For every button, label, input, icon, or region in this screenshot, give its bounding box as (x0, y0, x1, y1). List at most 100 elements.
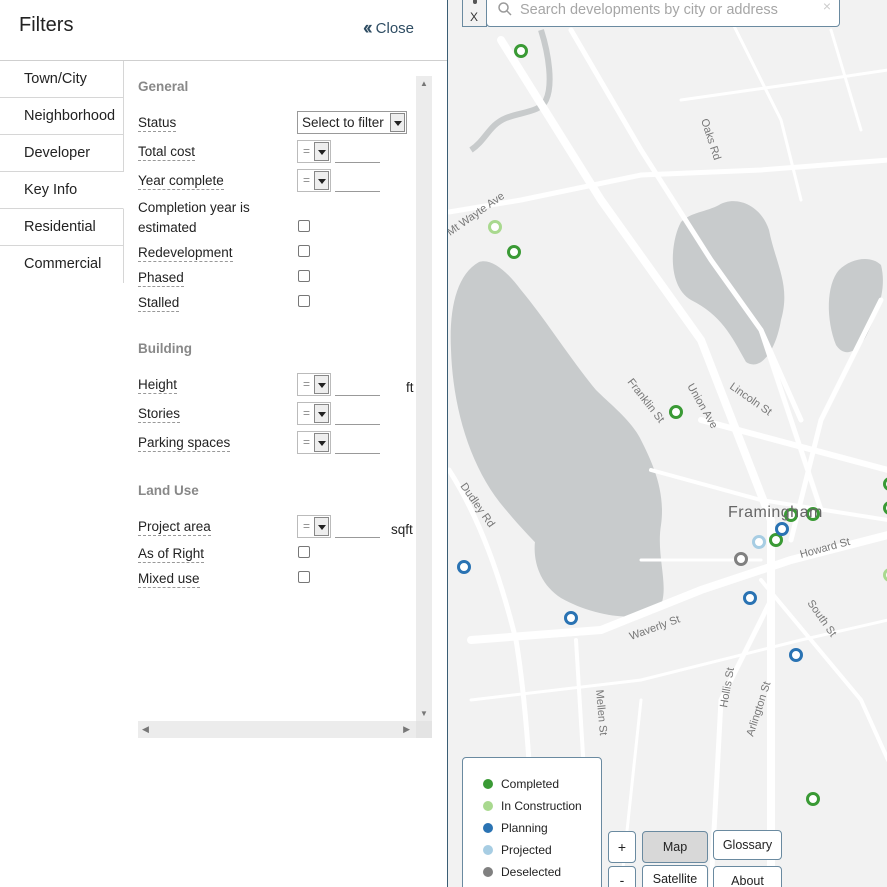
legend-item: Completed (483, 777, 559, 791)
close-button[interactable]: ‹‹ Close (363, 17, 414, 39)
section-heading-land-use: Land Use (138, 483, 199, 498)
legend-dot-in-construction (483, 801, 493, 811)
year-complete-operator[interactable]: = (297, 169, 331, 192)
phased-label: Phased (138, 270, 184, 287)
map-legend: Completed In Construction Planning Proje… (462, 757, 602, 887)
marker-planning[interactable] (775, 522, 789, 536)
scroll-right-icon[interactable]: ▶ (403, 724, 410, 735)
marker-in-construction[interactable] (488, 220, 502, 234)
height-operator[interactable]: = (297, 373, 331, 396)
total-cost-operator[interactable]: = (297, 140, 331, 163)
marker-planning[interactable] (743, 591, 757, 605)
chevron-down-icon (314, 517, 329, 536)
legend-dot-deselected (483, 867, 493, 877)
stories-label: Stories (138, 406, 181, 423)
city-label: Framingham (728, 504, 823, 521)
street-label-south: South St (805, 598, 839, 639)
as-of-right-checkbox[interactable] (298, 546, 310, 558)
map-view-button[interactable]: Map (642, 831, 708, 863)
tab-neighborhood[interactable]: Neighborhood (0, 98, 124, 135)
zoom-in-button[interactable]: + (608, 831, 636, 863)
street-label-hollis: Hollis St (718, 667, 737, 709)
marker-planning[interactable] (564, 611, 578, 625)
map-basemap: Oaks Rd Mt Wayte Ave Franklin St Union A… (448, 18, 887, 887)
about-button[interactable]: About (713, 866, 782, 887)
legend-dot-planning (483, 823, 493, 833)
completion-estimated-checkbox[interactable] (298, 220, 310, 232)
search-icon (498, 2, 512, 16)
pin-icon (473, 0, 477, 4)
chevron-down-icon (314, 375, 329, 394)
tab-commercial[interactable]: Commercial (0, 246, 124, 283)
close-label: Close (375, 20, 415, 37)
horizontal-scrollbar[interactable]: ◀ ▶ (138, 721, 416, 738)
total-cost-label: Total cost (138, 144, 196, 161)
marker-planning[interactable] (457, 560, 471, 574)
tab-residential[interactable]: Residential (0, 209, 124, 246)
stalled-checkbox[interactable] (298, 295, 310, 307)
completion-estimated-label: Completion year is estimated (138, 200, 250, 235)
project-area-unit: sqft (391, 522, 413, 537)
lake (828, 258, 883, 353)
marker-planning[interactable] (789, 648, 803, 662)
marker-deselected[interactable] (734, 552, 748, 566)
year-complete-input[interactable] (335, 169, 380, 192)
mixed-use-label: Mixed use (138, 571, 200, 588)
parking-operator[interactable]: = (297, 431, 331, 454)
stalled-label: Stalled (138, 295, 180, 312)
redevelopment-checkbox[interactable] (298, 245, 310, 257)
phased-checkbox[interactable] (298, 270, 310, 282)
total-cost-input[interactable] (335, 140, 380, 163)
section-heading-general: General (138, 79, 189, 94)
street-label-mellen: Mellen St (593, 689, 609, 736)
filter-panel: Filters ‹‹ Close Town/City Neighborhood D… (0, 0, 447, 887)
stories-operator[interactable]: = (297, 402, 331, 425)
parking-input[interactable] (335, 431, 380, 454)
satellite-view-button[interactable]: Satellite (642, 865, 708, 887)
legend-item: Deselected (483, 865, 561, 879)
chevron-down-icon (314, 433, 329, 452)
legend-item: In Construction (483, 799, 582, 813)
project-area-operator[interactable]: = (297, 515, 331, 538)
clear-search-icon[interactable]: × (823, 0, 831, 14)
map-view[interactable]: Oaks Rd Mt Wayte Ave Franklin St Union A… (447, 0, 887, 887)
tab-town-city[interactable]: Town/City (0, 61, 124, 98)
height-label: Height (138, 377, 178, 394)
filter-tabs: Town/City Neighborhood Developer Key Inf… (0, 61, 124, 283)
marker-completed[interactable] (806, 792, 820, 806)
street-label-howard: Howard St (799, 536, 852, 561)
stories-input[interactable] (335, 402, 380, 425)
marker-completed[interactable] (514, 44, 528, 58)
chevron-down-icon (314, 171, 329, 190)
filter-form: General Status Select to filter Total co… (124, 76, 416, 721)
legend-dot-projected (483, 845, 493, 855)
as-of-right-label: As of Right (138, 546, 205, 563)
marker-completed[interactable] (769, 533, 783, 547)
street-label-franklin: Franklin St (625, 376, 667, 425)
mixed-use-checkbox[interactable] (298, 571, 310, 583)
search-input[interactable]: Search developments by city or address × (486, 0, 840, 27)
tab-developer[interactable]: Developer (0, 135, 124, 172)
legend-dot-completed (483, 779, 493, 789)
scroll-up-icon[interactable]: ▲ (420, 79, 428, 88)
vertical-scrollbar[interactable]: ▲ ▼ (416, 76, 432, 721)
marker-completed[interactable] (669, 405, 683, 419)
glossary-button[interactable]: Glossary (713, 830, 782, 860)
marker-completed[interactable] (507, 245, 521, 259)
section-heading-building: Building (138, 341, 192, 356)
street-label-oaks: Oaks Rd (698, 117, 723, 161)
height-unit: ft (406, 380, 414, 395)
search-placeholder: Search developments by city or address (520, 2, 778, 18)
zoom-out-button[interactable]: - (608, 866, 636, 887)
tab-key-info[interactable]: Key Info (0, 172, 124, 209)
project-area-input[interactable] (335, 515, 380, 538)
scroll-down-icon[interactable]: ▼ (420, 709, 428, 718)
marker-projected[interactable] (752, 535, 766, 549)
project-area-label: Project area (138, 519, 211, 536)
status-select[interactable]: Select to filter (297, 111, 407, 134)
height-input[interactable] (335, 373, 380, 396)
scroll-left-icon[interactable]: ◀ (142, 724, 149, 735)
scrollbar-corner (416, 721, 432, 738)
map-x-button[interactable]: X (462, 0, 487, 27)
legend-item: Planning (483, 821, 548, 835)
